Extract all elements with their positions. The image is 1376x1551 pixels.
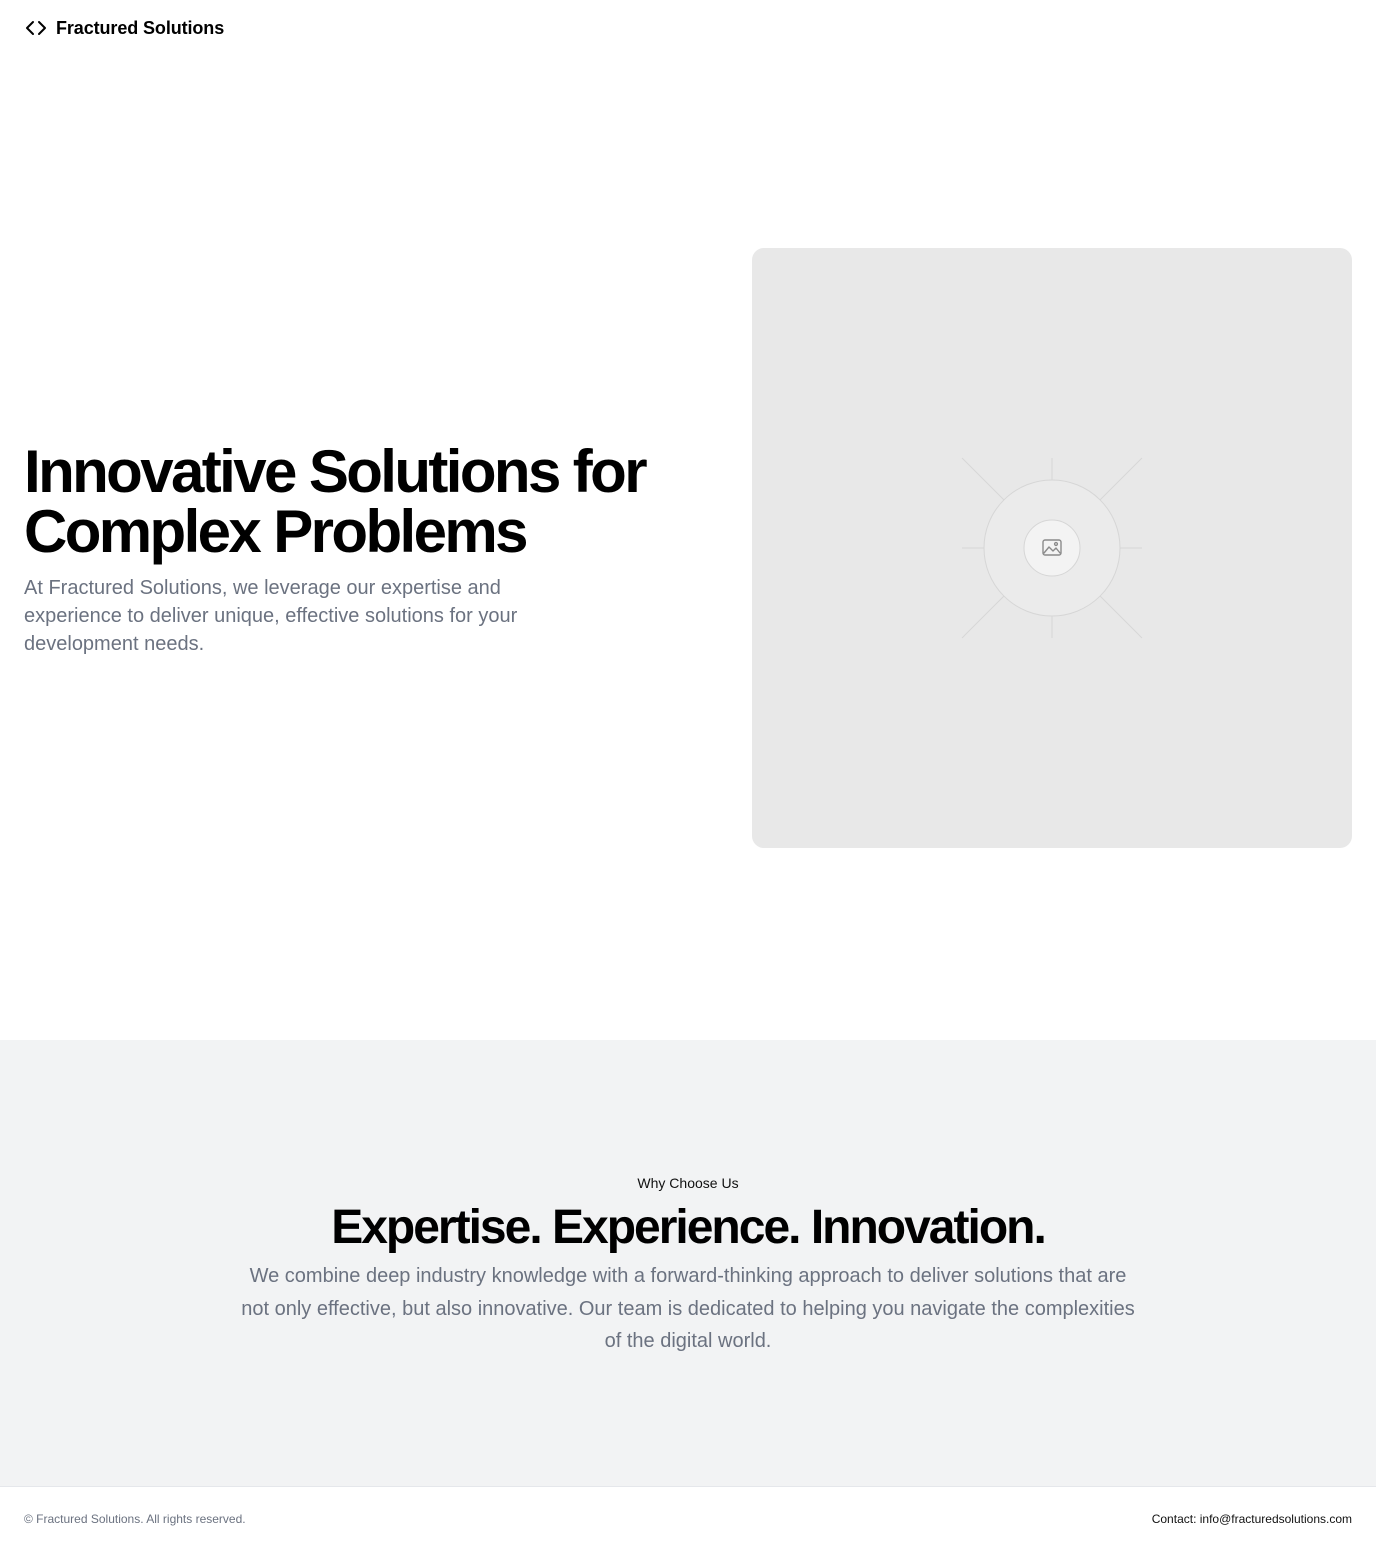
section-title: Expertise. Experience. Innovation. xyxy=(331,1201,1047,1254)
contact-email-link[interactable]: Contact: info@fracturedsolutions.com xyxy=(1152,1511,1352,1527)
placeholder-graphic xyxy=(961,457,1143,639)
hero-title: Innovative Solutions for Complex Problem… xyxy=(24,438,648,565)
hero-image-placeholder xyxy=(752,248,1352,848)
site-footer: © Fractured Solutions. All rights reserv… xyxy=(0,1486,1376,1551)
code-brackets-icon xyxy=(24,16,48,40)
section-description: We combine deep industry knowledge with … xyxy=(241,1265,1135,1352)
copyright-text: © Fractured Solutions. All rights reserv… xyxy=(24,1512,246,1526)
section-eyebrow: Why Choose Us xyxy=(637,1175,739,1191)
brand-name: Fractured Solutions xyxy=(56,17,225,38)
why-choose-us-section: Why Choose Us Expertise. Experience. Inn… xyxy=(0,1040,1376,1486)
brand-link[interactable]: Fractured Solutions xyxy=(24,16,224,40)
hero-subtitle: At Fractured Solutions, we leverage our … xyxy=(24,577,518,655)
site-header: Fractured Solutions xyxy=(0,0,1376,56)
hero-content: Innovative Solutions for Complex Problem… xyxy=(24,442,704,658)
hero-section: Innovative Solutions for Complex Problem… xyxy=(0,56,1376,1040)
page: Fractured Solutions Innovative Solutions… xyxy=(0,0,1376,1551)
